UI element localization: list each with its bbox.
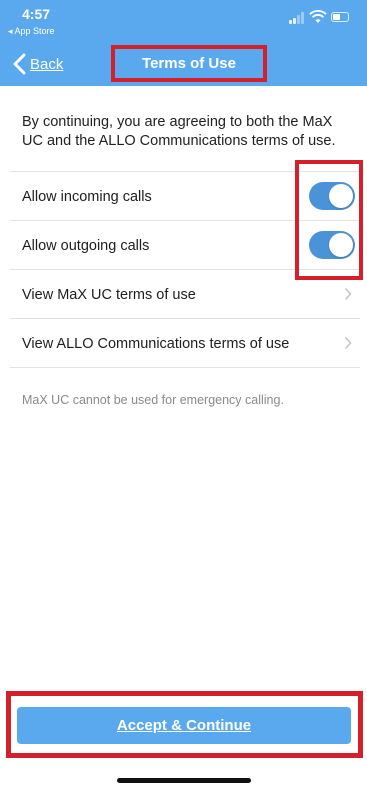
status-time: 4:57 [22, 6, 51, 22]
terms-intro-text: By continuing, you are agreeing to both … [22, 114, 336, 149]
outgoing-calls-toggle[interactable] [309, 231, 355, 259]
wifi-icon [309, 10, 327, 23]
toggle-knob [329, 184, 353, 208]
link-label: View MaX UC terms of use [22, 286, 196, 303]
link-row-maxuc-terms[interactable]: View MaX UC terms of use [0, 270, 367, 319]
setting-label: Allow incoming calls [22, 188, 152, 205]
home-indicator [117, 778, 251, 783]
battery-icon [331, 12, 349, 22]
cellular-signal-icon [289, 12, 305, 24]
page-title: Terms of Use [111, 45, 267, 82]
header-bar: 4:57 ◂ App Store Back Terms of Use [0, 0, 367, 86]
link-label: View ALLO Communications terms of use [22, 335, 290, 352]
incoming-calls-toggle[interactable] [309, 182, 355, 210]
emergency-disclaimer: MaX UC cannot be used for emergency call… [22, 393, 284, 407]
chevron-right-icon [344, 336, 352, 350]
setting-label: Allow outgoing calls [22, 237, 150, 254]
divider [10, 367, 360, 368]
status-icons [289, 10, 351, 24]
back-button-label: Back [30, 55, 64, 73]
chevron-left-icon [13, 53, 26, 75]
setting-row-outgoing-calls: Allow outgoing calls [0, 221, 367, 270]
back-button[interactable]: Back [12, 52, 63, 76]
accept-continue-button[interactable]: Accept & Continue [17, 707, 351, 744]
back-to-app-store-link[interactable]: ◂ App Store [8, 26, 55, 37]
link-row-allo-terms[interactable]: View ALLO Communications terms of use [0, 319, 367, 368]
chevron-right-icon [344, 287, 352, 301]
setting-row-incoming-calls: Allow incoming calls [0, 172, 367, 221]
toggle-knob [329, 233, 353, 257]
